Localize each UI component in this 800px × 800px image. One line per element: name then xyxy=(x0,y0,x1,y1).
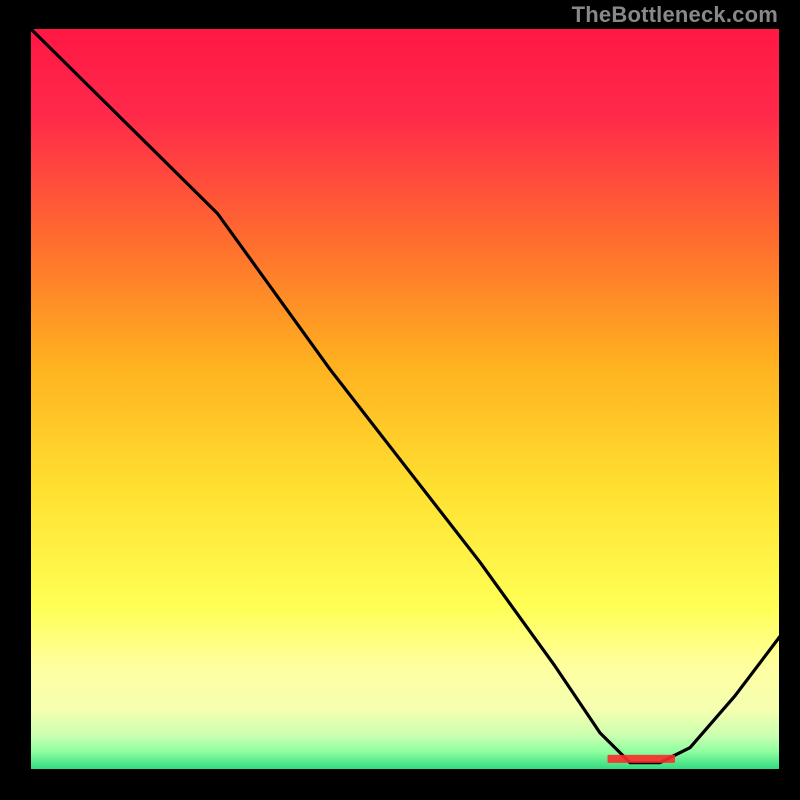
chart-container: TheBottleneck.com xyxy=(0,0,800,800)
watermark-text: TheBottleneck.com xyxy=(572,2,778,28)
chart-svg xyxy=(0,0,800,800)
sweet-spot-marker xyxy=(608,755,676,763)
